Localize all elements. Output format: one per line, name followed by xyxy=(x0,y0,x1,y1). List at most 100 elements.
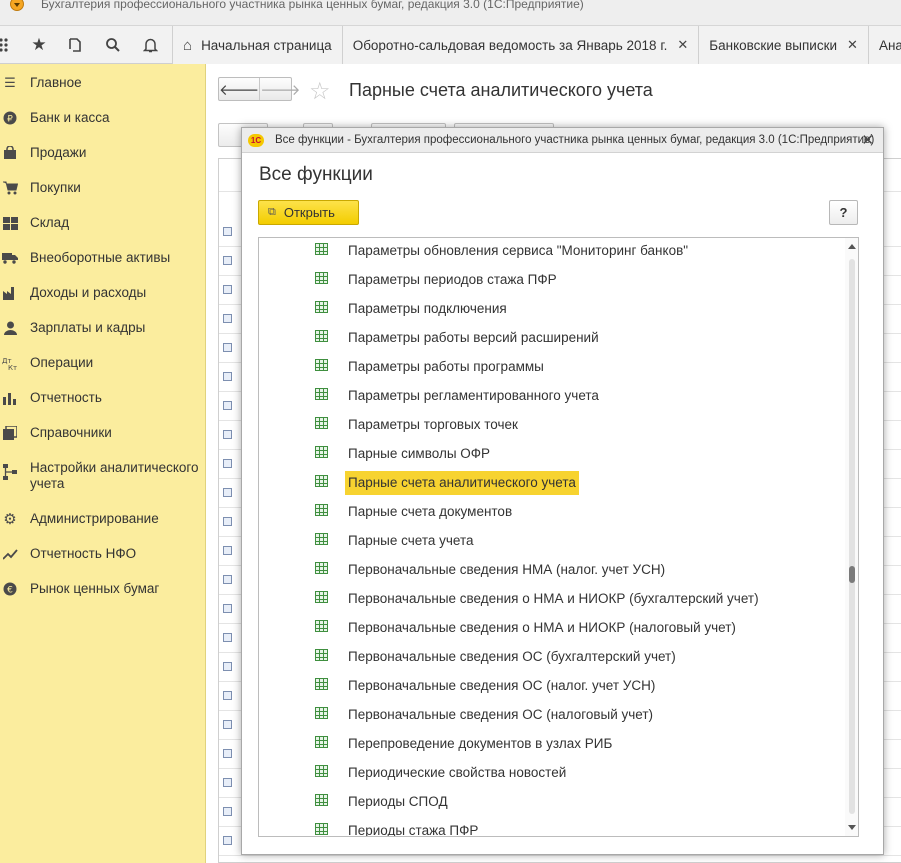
list-item[interactable]: Парные счета документов xyxy=(259,497,844,526)
list-item[interactable]: Парные символы ОФР xyxy=(259,439,844,468)
tab-trial-balance[interactable]: Оборотно-сальдовая ведомость за Январь 2… xyxy=(341,26,699,64)
row-checkbox[interactable] xyxy=(223,633,232,642)
list-item[interactable]: Параметры работы версий расширений xyxy=(259,323,844,352)
tab-analysis[interactable]: Анализ с xyxy=(867,26,901,64)
catalog-table-icon xyxy=(315,678,328,690)
tab-bank-statements[interactable]: Банковские выписки ✕ xyxy=(698,26,868,64)
warehouse-grid-icon xyxy=(2,215,18,231)
row-checkbox[interactable] xyxy=(223,720,232,729)
history-icon[interactable] xyxy=(57,26,93,64)
trend-line-icon xyxy=(2,546,18,562)
row-checkbox[interactable] xyxy=(223,285,232,294)
list-item[interactable]: Параметры подключения xyxy=(259,294,844,323)
bar-chart-icon xyxy=(2,390,18,406)
list-item-selected[interactable]: Парные счета аналитического учета xyxy=(259,468,844,497)
list-item[interactable]: Параметры работы программы xyxy=(259,352,844,381)
hierarchy-icon xyxy=(2,464,18,480)
row-checkbox[interactable] xyxy=(223,546,232,555)
favorites-star-icon[interactable]: ★ xyxy=(21,26,57,64)
row-checkbox[interactable] xyxy=(223,343,232,352)
catalog-table-icon xyxy=(315,330,328,342)
catalog-table-icon xyxy=(315,562,328,574)
row-checkbox[interactable] xyxy=(223,778,232,787)
list-item[interactable]: Первоначальные сведения ОС (бухгалтерски… xyxy=(259,642,844,671)
list-item-label: Периоды стажа ПФР xyxy=(348,823,479,837)
catalog-table-icon xyxy=(315,649,328,661)
sidebar-item-label: Продажи xyxy=(30,145,87,160)
list-item[interactable]: Параметры торговых точек xyxy=(259,410,844,439)
vertical-scrollbar[interactable] xyxy=(845,238,858,836)
list-item-label: Первоначальные сведения о НМА и НИОКР (н… xyxy=(348,620,736,635)
list-item-label: Перепроведение документов в узлах РИБ xyxy=(348,736,613,751)
functions-list: Параметры обновления сервиса "Мониторинг… xyxy=(258,237,859,837)
catalog-table-icon xyxy=(315,794,328,806)
notifications-bell-icon[interactable] xyxy=(132,26,168,64)
scroll-up-arrow-icon[interactable] xyxy=(848,244,856,249)
list-item[interactable]: Первоначальные сведения ОС (налог. учет … xyxy=(259,671,844,700)
window-title: Бухгалтерия профессионального участника … xyxy=(41,0,584,11)
list-item[interactable]: Параметры регламентированного учета xyxy=(259,381,844,410)
tab-label: Банковские выписки xyxy=(709,37,838,53)
row-checkbox[interactable] xyxy=(223,227,232,236)
row-checkbox[interactable] xyxy=(223,430,232,439)
row-checkbox[interactable] xyxy=(223,401,232,410)
row-checkbox[interactable] xyxy=(223,604,232,613)
row-checkbox[interactable] xyxy=(223,575,232,584)
apps-grid-icon[interactable] xyxy=(0,26,23,64)
row-checkbox[interactable] xyxy=(223,488,232,497)
ruble-coin-icon: ₽ xyxy=(2,110,18,126)
forward-arrow-icon[interactable]: 🡒 xyxy=(259,78,300,100)
row-checkbox[interactable] xyxy=(223,836,232,845)
list-item-label: Парные счета учета xyxy=(348,533,474,548)
row-checkbox[interactable] xyxy=(223,256,232,265)
list-item[interactable]: Первоначальные сведения НМА (налог. учет… xyxy=(259,555,844,584)
list-item[interactable]: Периодические свойства новостей xyxy=(259,758,844,787)
app-menu-icon[interactable] xyxy=(10,0,24,11)
svg-text:₽: ₽ xyxy=(7,115,13,125)
row-checkbox[interactable] xyxy=(223,662,232,671)
list-item[interactable]: Парные счета учета xyxy=(259,526,844,555)
list-item[interactable]: Параметры периодов стажа ПФР xyxy=(259,265,844,294)
row-checkbox[interactable] xyxy=(223,314,232,323)
list-item[interactable]: Периоды стажа ПФР xyxy=(259,816,844,837)
help-button[interactable]: ? xyxy=(829,200,858,225)
close-icon[interactable]: ✕ xyxy=(677,37,688,53)
catalog-table-icon xyxy=(315,765,328,777)
row-checkbox[interactable] xyxy=(223,807,232,816)
list-item[interactable]: Первоначальные сведения о НМА и НИОКР (н… xyxy=(259,613,844,642)
list-item[interactable]: Перепроведение документов в узлах РИБ xyxy=(259,729,844,758)
catalog-table-icon xyxy=(315,388,328,400)
catalog-table-icon xyxy=(315,533,328,545)
tab-label: Анализ с xyxy=(878,37,901,53)
catalog-table-icon xyxy=(315,620,328,632)
list-item-label: Первоначальные сведения ОС (налог. учет … xyxy=(348,678,656,693)
list-item-label: Периоды СПОД xyxy=(348,794,448,809)
list-item[interactable]: Периоды СПОД xyxy=(259,787,844,816)
list-item[interactable]: Первоначальные сведения ОС (налоговый уч… xyxy=(259,700,844,729)
catalog-table-icon xyxy=(315,301,328,313)
search-icon[interactable] xyxy=(95,26,131,64)
scroll-thumb[interactable] xyxy=(849,566,855,583)
close-icon[interactable]: ✕ xyxy=(861,131,874,149)
list-item[interactable]: Первоначальные сведения о НМА и НИОКР (б… xyxy=(259,584,844,613)
svg-text:Кт: Кт xyxy=(8,364,17,370)
scroll-track[interactable] xyxy=(849,259,855,814)
person-icon xyxy=(2,320,18,336)
factory-icon xyxy=(2,285,18,301)
tab-home[interactable]: ⌂ Начальная страница xyxy=(172,26,342,64)
row-checkbox[interactable] xyxy=(223,749,232,758)
catalog-table-icon xyxy=(315,475,328,487)
tab-label: Оборотно-сальдовая ведомость за Январь 2… xyxy=(352,37,668,53)
row-checkbox[interactable] xyxy=(223,372,232,381)
row-checkbox[interactable] xyxy=(223,691,232,700)
list-item-label: Парные символы ОФР xyxy=(348,446,491,461)
sidebar-item-label: Справочники xyxy=(30,425,112,440)
close-icon[interactable]: ✕ xyxy=(847,37,858,53)
open-button[interactable]: ⧉ Открыть xyxy=(258,200,359,225)
back-arrow-icon[interactable]: 🡐 xyxy=(219,78,259,100)
list-item[interactable]: Параметры обновления сервиса "Мониторинг… xyxy=(259,238,844,265)
scroll-down-arrow-icon[interactable] xyxy=(848,825,856,830)
row-checkbox[interactable] xyxy=(223,459,232,468)
row-checkbox[interactable] xyxy=(223,517,232,526)
favorite-star-icon[interactable]: ☆ xyxy=(309,77,331,106)
